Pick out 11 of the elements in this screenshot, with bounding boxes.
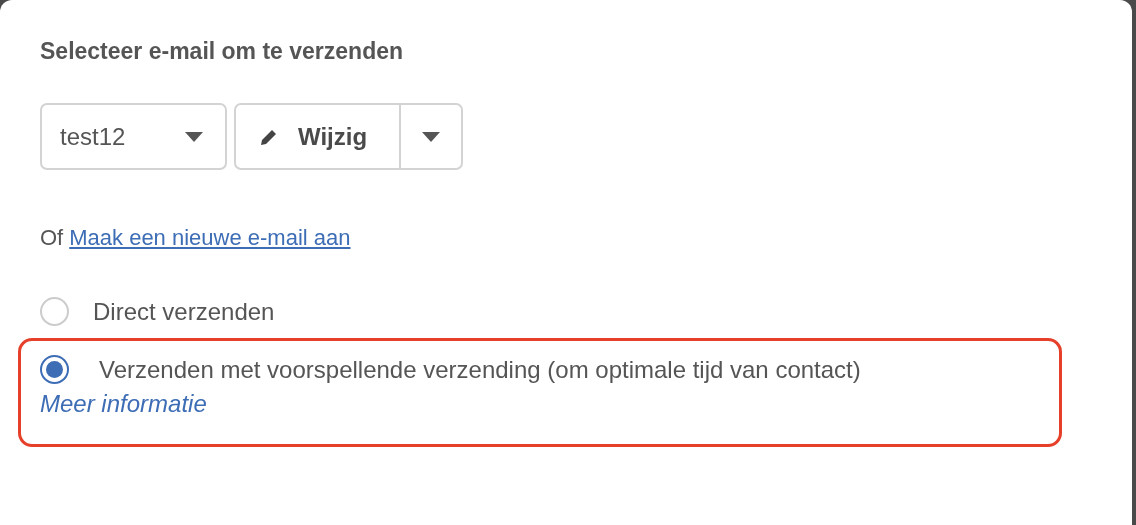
option-label: Direct verzenden bbox=[93, 297, 275, 326]
caret-icon bbox=[422, 131, 441, 142]
or-label: Of bbox=[40, 225, 64, 251]
pencil-icon bbox=[260, 127, 278, 146]
email-select[interactable]: test12 bbox=[40, 103, 227, 170]
caret-icon bbox=[185, 131, 203, 142]
create-email-link[interactable]: Maak een nieuwe e-mail aan bbox=[69, 225, 351, 251]
radio-button[interactable] bbox=[40, 355, 69, 384]
more-info-link[interactable]: Meer informatie bbox=[40, 390, 207, 418]
option-label: Verzenden met voorspellende verzending (om optimale tijd van contact) bbox=[99, 355, 861, 384]
section-heading: Selecteer e-mail om te verzenden bbox=[40, 38, 405, 66]
